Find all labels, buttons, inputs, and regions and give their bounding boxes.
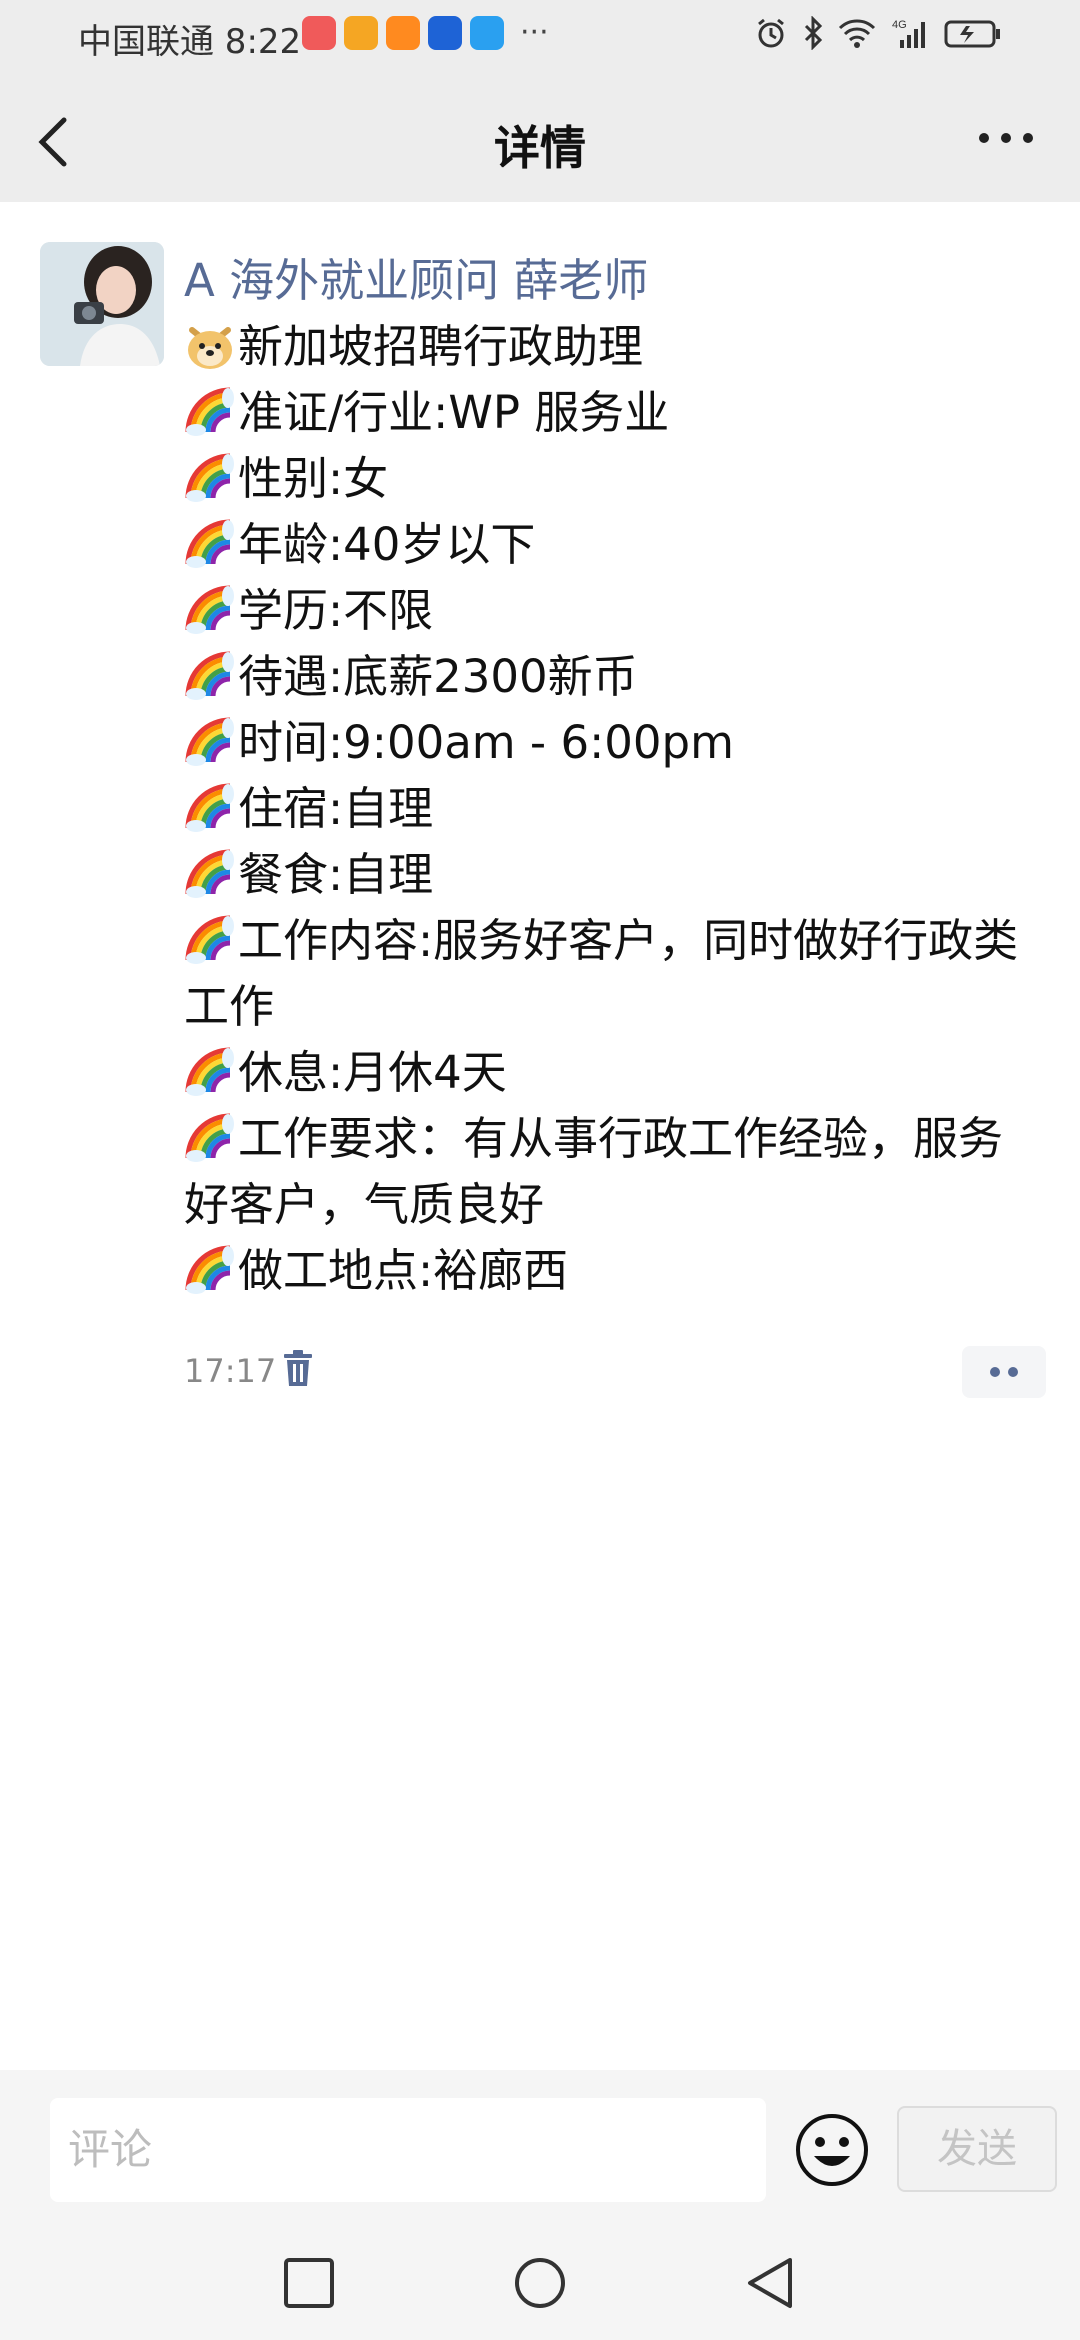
post-line-text: 餐食:自理 [238,848,434,901]
post-time: 17:17 [184,1352,277,1390]
rainbow-emoji-icon [184,1046,236,1098]
post-line: 准证/行业:WP 服务业 [184,380,1044,446]
author-name[interactable]: A 海外就业顾问 薛老师 [184,244,648,309]
post-line-text: 工作要求：有从事行政工作经验，服务好客户，气质良好 [184,1112,1004,1231]
post-line-text: 待遇:底薪2300新币 [238,650,638,703]
comment-input[interactable]: 评论 [50,2098,766,2202]
more-options-icon[interactable] [976,128,1036,148]
app-notification-icon-2 [344,16,378,50]
network-label: 4G [892,19,907,31]
post-line-text: 工作内容:服务好客户，同时做好行政类工作 [184,914,1019,1033]
rainbow-emoji-icon [184,716,236,768]
post-line-text: 做工地点:裕廊西 [238,1244,569,1297]
more-notifications: ··· [520,15,549,50]
post-line-text: 休息:月休4天 [238,1046,507,1099]
post-line: 工作内容:服务好客户，同时做好行政类工作 [184,908,1044,1040]
post-line-text: 学历:不限 [238,584,434,637]
app-notification-icon-1 [302,16,336,50]
post-line: 待遇:底薪2300新币 [184,644,1044,710]
rainbow-emoji-icon [184,650,236,702]
status-bar: 中国联通 8:22 ··· 4G [0,0,1080,72]
alarm-icon [754,16,788,50]
like-comment-button[interactable] [962,1346,1046,1398]
post-line: 工作要求：有从事行政工作经验，服务好客户，气质良好 [184,1106,1044,1238]
rainbow-emoji-icon [184,1112,236,1164]
send-button[interactable]: 发送 [897,2106,1057,2192]
post-line: 时间:9:00am - 6:00pm [184,710,1044,776]
delete-icon[interactable] [282,1348,314,1388]
post-line: 休息:月休4天 [184,1040,1044,1106]
battery-icon [944,16,1002,50]
post-line: 性别:女 [184,446,1044,512]
post-line: 学历:不限 [184,578,1044,644]
recents-icon[interactable] [282,2256,336,2310]
wifi-icon [838,16,876,50]
carrier-time: 中国联通 8:22 [78,22,302,62]
rainbow-emoji-icon [184,1244,236,1296]
rainbow-emoji-icon [184,782,236,834]
title-bar: 详情 [0,72,1080,202]
bluetooth-icon [802,16,824,50]
notification-icons: ··· [302,16,549,50]
post-line-text: 新加坡招聘行政助理 [238,320,644,373]
emoji-icon[interactable] [794,2112,870,2188]
rainbow-emoji-icon [184,848,236,900]
doge-emoji-icon [184,320,236,372]
post-line-text: 年龄:40岁以下 [238,518,536,571]
post-line-text: 住宿:自理 [238,782,434,835]
app-notification-icon-3 [386,16,420,50]
avatar[interactable] [40,242,164,366]
rainbow-emoji-icon [184,452,236,504]
home-icon[interactable] [513,2256,567,2310]
post-content: 新加坡招聘行政助理 准证/行业:WP 服务业 性别:女年龄:40岁以下 学历:不限待遇… [184,314,1044,1304]
post-line: 新加坡招聘行政助理 [184,314,1044,380]
post-line-text: 时间:9:00am - 6:00pm [238,716,734,769]
rainbow-emoji-icon [184,584,236,636]
rainbow-emoji-icon [184,518,236,570]
signal-4g-icon: 4G [890,16,930,50]
post-line-text: 准证/行业:WP 服务业 [238,386,670,439]
post-line: 做工地点:裕廊西 [184,1238,1044,1304]
post-line: 餐食:自理 [184,842,1044,908]
app-notification-icon-4 [428,16,462,50]
app-notification-icon-5 [470,16,504,50]
status-icons: 4G [754,16,1002,50]
rainbow-emoji-icon [184,386,236,438]
back-nav-icon[interactable] [744,2256,798,2310]
page-title: 详情 [494,121,586,175]
post-line: 住宿:自理 [184,776,1044,842]
post-line: 年龄:40岁以下 [184,512,1044,578]
rainbow-emoji-icon [184,914,236,966]
post-line-text: 性别:女 [238,452,389,505]
